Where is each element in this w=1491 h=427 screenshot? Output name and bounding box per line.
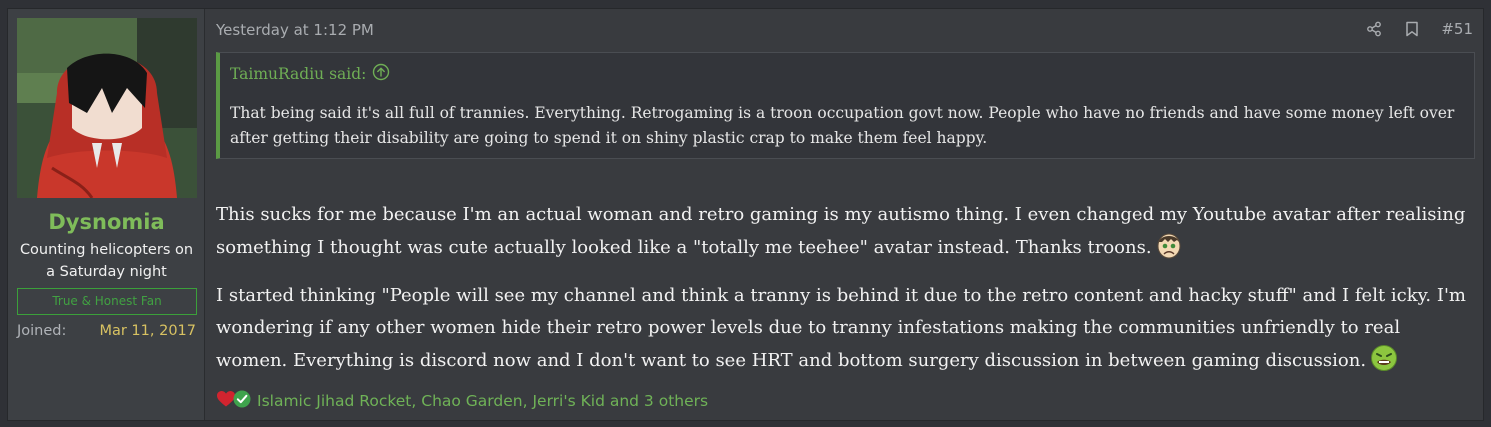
nauseated-face-emoji: [1370, 344, 1398, 383]
frowning-face-emoji: [1156, 231, 1182, 270]
post-main: Yesterday at 1:12 PM #51 TaimuRadiu said…: [205, 9, 1483, 420]
message-paragraph-text: I started thinking "People will see my c…: [216, 285, 1466, 371]
post-container: Dysnomia Counting helicopters on a Satur…: [7, 8, 1484, 421]
quote-author[interactable]: TaimuRadiu said:: [230, 65, 366, 83]
quote-header[interactable]: TaimuRadiu said:: [230, 63, 390, 85]
post-message: This sucks for me because I'm an actual …: [216, 199, 1471, 383]
reaction-icons[interactable]: [216, 389, 251, 413]
reaction-users-link[interactable]: Islamic Jihad Rocket, Chao Garden, Jerri…: [257, 392, 708, 410]
bookmark-icon[interactable]: [1403, 20, 1421, 38]
quote-text: That being said it's all full of trannie…: [230, 104, 1455, 147]
jump-up-arrow-icon[interactable]: [372, 63, 390, 85]
user-title: Counting helicopters on a Saturday night: [19, 242, 194, 280]
reactions-bar: Islamic Jihad Rocket, Chao Garden, Jerri…: [216, 389, 708, 413]
post-actions: #51: [1365, 20, 1473, 38]
avatar[interactable]: [17, 18, 197, 198]
check-reaction-icon: [233, 390, 251, 412]
message-paragraph: I started thinking "People will see my c…: [216, 280, 1471, 383]
username[interactable]: Dysnomia: [8, 210, 205, 234]
share-icon[interactable]: [1365, 20, 1383, 38]
message-paragraph-text: This sucks for me because I'm an actual …: [216, 204, 1466, 258]
avatar-image: [17, 18, 197, 198]
quote-block: TaimuRadiu said: That being said it's al…: [216, 52, 1475, 159]
message-paragraph: This sucks for me because I'm an actual …: [216, 199, 1471, 270]
joined-date: Mar 11, 2017: [99, 323, 196, 339]
user-banner: True & Honest Fan: [17, 288, 197, 315]
joined-label: Joined:: [17, 323, 67, 339]
post-number-link[interactable]: #51: [1441, 20, 1473, 38]
post-timestamp[interactable]: Yesterday at 1:12 PM: [216, 21, 374, 39]
user-info-panel: Dysnomia Counting helicopters on a Satur…: [8, 9, 205, 420]
